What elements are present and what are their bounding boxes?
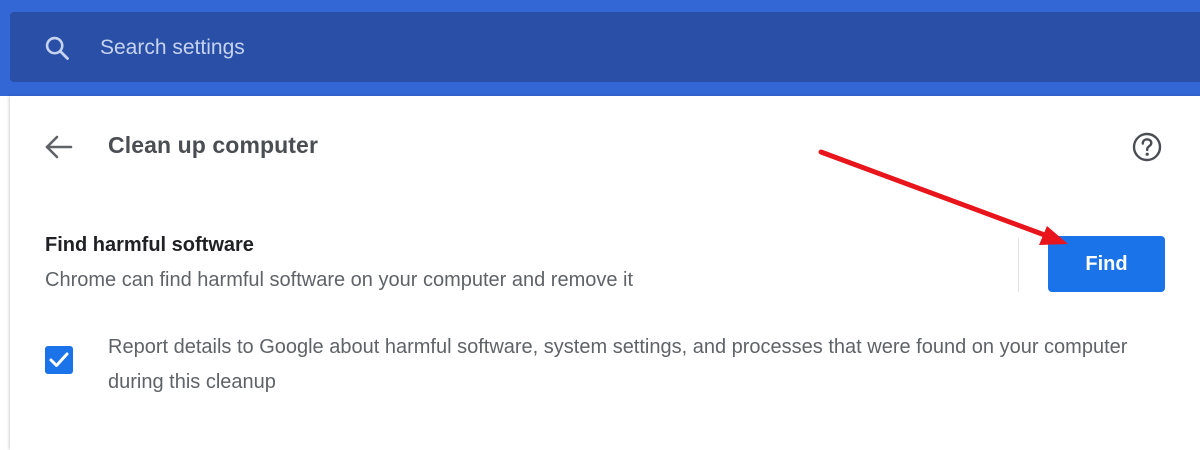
section-title: Find harmful software	[45, 234, 254, 256]
search-icon[interactable]	[43, 34, 71, 62]
report-checkbox[interactable]	[45, 346, 73, 374]
find-button[interactable]: Find	[1048, 236, 1165, 292]
settings-header	[0, 0, 1200, 96]
search-box[interactable]	[10, 12, 1200, 82]
help-circle-icon[interactable]	[1131, 131, 1163, 163]
checkmark-icon	[49, 352, 69, 367]
vertical-divider	[1018, 238, 1019, 292]
arrow-left-icon[interactable]	[42, 132, 76, 162]
report-details-label: Report details to Google about harmful s…	[108, 336, 1128, 393]
page-title: Clean up computer	[108, 132, 319, 158]
search-input[interactable]	[100, 32, 1100, 64]
section-description: Chrome can find harmful software on your…	[45, 269, 634, 291]
